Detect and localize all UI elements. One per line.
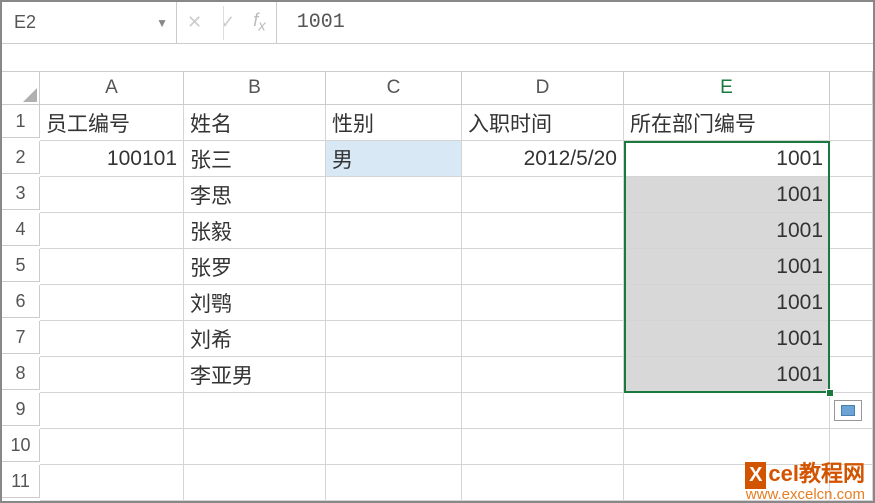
cell-E4[interactable]: 1001 xyxy=(624,213,830,249)
cell-A4[interactable] xyxy=(40,213,184,249)
cell-C10[interactable] xyxy=(326,429,462,465)
cell-B8[interactable]: 李亚男 xyxy=(184,357,326,393)
name-box-value: E2 xyxy=(14,12,36,33)
row-header-10[interactable]: 10 xyxy=(2,429,40,462)
row-header-6[interactable]: 6 xyxy=(2,285,40,318)
watermark-text: cel教程网 xyxy=(768,461,865,486)
cell-blank-3[interactable] xyxy=(830,177,873,213)
spacer xyxy=(2,44,873,72)
cell-blank-5[interactable] xyxy=(830,249,873,285)
cell-B7[interactable]: 刘希 xyxy=(184,321,326,357)
row-header-11[interactable]: 11 xyxy=(2,465,40,498)
cell-C11[interactable] xyxy=(326,465,462,501)
cell-D11[interactable] xyxy=(462,465,624,501)
formula-bar: E2 ▼ ✕ ✓ fx 1001 xyxy=(2,2,873,44)
cell-E8[interactable]: 1001 xyxy=(624,357,830,393)
row-header-2[interactable]: 2 xyxy=(2,141,40,174)
cell-C3[interactable] xyxy=(326,177,462,213)
cell-C7[interactable] xyxy=(326,321,462,357)
row-header-7[interactable]: 7 xyxy=(2,321,40,354)
cell-D3[interactable] xyxy=(462,177,624,213)
row-header-1[interactable]: 1 xyxy=(2,105,40,138)
cell-C1[interactable]: 性别 xyxy=(326,105,462,141)
fx-icon[interactable]: fx xyxy=(253,10,266,35)
row-header-4[interactable]: 4 xyxy=(2,213,40,246)
cell-blank-8[interactable] xyxy=(830,357,873,393)
formula-input[interactable]: 1001 xyxy=(277,11,873,34)
cell-B11[interactable] xyxy=(184,465,326,501)
cell-B3[interactable]: 李思 xyxy=(184,177,326,213)
cell-C8[interactable] xyxy=(326,357,462,393)
cancel-icon[interactable]: ✕ xyxy=(187,12,202,33)
fill-handle[interactable] xyxy=(826,389,834,397)
cell-B5[interactable]: 张罗 xyxy=(184,249,326,285)
select-all-corner[interactable] xyxy=(2,72,40,105)
cell-A5[interactable] xyxy=(40,249,184,285)
cell-D6[interactable] xyxy=(462,285,624,321)
cell-E9[interactable] xyxy=(624,393,830,429)
cell-A9[interactable] xyxy=(40,393,184,429)
row-header-8[interactable]: 8 xyxy=(2,357,40,390)
cell-A11[interactable] xyxy=(40,465,184,501)
cell-C5[interactable] xyxy=(326,249,462,285)
cell-D5[interactable] xyxy=(462,249,624,285)
autofill-options-icon xyxy=(841,405,855,416)
spreadsheet-grid: A B C D E 1 员工编号 姓名 性别 入职时间 所在部门编号 2 100… xyxy=(2,72,873,501)
cell-A1[interactable]: 员工编号 xyxy=(40,105,184,141)
cell-A2[interactable]: 100101 xyxy=(40,141,184,177)
cell-D1[interactable]: 入职时间 xyxy=(462,105,624,141)
cell-C6[interactable] xyxy=(326,285,462,321)
row-header-5[interactable]: 5 xyxy=(2,249,40,282)
cell-A8[interactable] xyxy=(40,357,184,393)
cell-A10[interactable] xyxy=(40,429,184,465)
cell-B9[interactable] xyxy=(184,393,326,429)
watermark-logo: Xcel教程网 xyxy=(745,456,865,489)
col-header-A[interactable]: A xyxy=(40,72,184,105)
autofill-options-button[interactable] xyxy=(834,400,862,421)
watermark-url: www.excelcn.com xyxy=(746,486,865,503)
cell-B6[interactable]: 刘鹗 xyxy=(184,285,326,321)
cell-D10[interactable] xyxy=(462,429,624,465)
cell-A7[interactable] xyxy=(40,321,184,357)
name-box[interactable]: E2 ▼ xyxy=(2,2,177,43)
cell-E3[interactable]: 1001 xyxy=(624,177,830,213)
col-header-B[interactable]: B xyxy=(184,72,326,105)
watermark-logo-letter: X xyxy=(745,462,766,489)
cell-blank-2[interactable] xyxy=(830,141,873,177)
divider xyxy=(223,6,224,40)
cell-C4[interactable] xyxy=(326,213,462,249)
cell-C2[interactable]: 男 xyxy=(326,141,462,177)
cell-D7[interactable] xyxy=(462,321,624,357)
cell-E7[interactable]: 1001 xyxy=(624,321,830,357)
cell-E1[interactable]: 所在部门编号 xyxy=(624,105,830,141)
cell-B4[interactable]: 张毅 xyxy=(184,213,326,249)
cell-blank-7[interactable] xyxy=(830,321,873,357)
cell-A3[interactable] xyxy=(40,177,184,213)
col-header-E[interactable]: E xyxy=(624,72,830,105)
cell-E6[interactable]: 1001 xyxy=(624,285,830,321)
row-header-3[interactable]: 3 xyxy=(2,177,40,210)
col-header-D[interactable]: D xyxy=(462,72,624,105)
cell-B1[interactable]: 姓名 xyxy=(184,105,326,141)
name-box-dropdown-icon[interactable]: ▼ xyxy=(156,16,168,30)
cell-D8[interactable] xyxy=(462,357,624,393)
cell-D4[interactable] xyxy=(462,213,624,249)
cell-E5[interactable]: 1001 xyxy=(624,249,830,285)
cell-B2[interactable]: 张三 xyxy=(184,141,326,177)
col-header-blank[interactable] xyxy=(830,72,873,105)
cell-blank-6[interactable] xyxy=(830,285,873,321)
cell-D2[interactable]: 2012/5/20 xyxy=(462,141,624,177)
cell-C9[interactable] xyxy=(326,393,462,429)
formula-controls: ✕ ✓ fx xyxy=(177,2,277,43)
cell-B10[interactable] xyxy=(184,429,326,465)
cell-D9[interactable] xyxy=(462,393,624,429)
cell-A6[interactable] xyxy=(40,285,184,321)
cell-E2[interactable]: 1001 xyxy=(624,141,830,177)
cell-blank-4[interactable] xyxy=(830,213,873,249)
cell-blank-1[interactable] xyxy=(830,105,873,141)
row-header-9[interactable]: 9 xyxy=(2,393,40,426)
col-header-C[interactable]: C xyxy=(326,72,462,105)
